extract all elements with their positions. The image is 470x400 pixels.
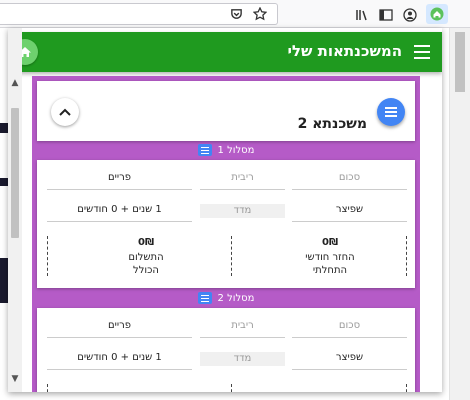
track-card: סכום ריבית פריים שפיצר מדד 1 שנים + 0 חו… <box>37 308 415 392</box>
divider <box>231 236 232 276</box>
hamburger-menu-icon[interactable] <box>414 44 430 60</box>
index-field: מדד <box>200 352 285 366</box>
method-select[interactable]: שפיצר <box>292 352 407 370</box>
background-fragment <box>0 178 8 186</box>
background-fragment <box>0 123 8 133</box>
extension-popup: המשכנתאות שלי משכנתא 2 מסלול 1 סכום ריבי… <box>8 28 442 392</box>
total-payment-label: התשלום <box>128 252 164 263</box>
background-fragment <box>0 258 8 303</box>
mortgage-menu-button[interactable] <box>377 98 405 126</box>
divider <box>47 384 48 392</box>
scroll-down-arrow-icon[interactable]: ▼ <box>8 372 22 386</box>
page-actions <box>228 6 268 22</box>
popup-scrollbar-thumb[interactable] <box>11 108 19 238</box>
divider <box>406 384 407 392</box>
amount-input[interactable]: סכום <box>292 172 407 190</box>
page-scrollbar-thumb[interactable] <box>455 32 465 92</box>
monthly-payment-label-2: התחלתי <box>312 265 348 276</box>
track-label: מסלול 1 <box>217 144 255 156</box>
divider <box>47 236 48 276</box>
mortgage-title: משכנתא 2 <box>297 116 367 132</box>
browser-toolbar <box>0 0 470 28</box>
track-header: מסלול 1 <box>32 140 420 160</box>
bookmark-star-icon[interactable] <box>252 6 268 22</box>
url-bar[interactable] <box>0 3 278 25</box>
rate-type-select[interactable]: פריים <box>47 172 192 190</box>
collapse-button[interactable] <box>51 98 79 126</box>
method-select[interactable]: שפיצר <box>292 204 407 222</box>
pocket-icon[interactable] <box>228 6 244 22</box>
menu-icon <box>385 107 397 117</box>
divider <box>406 236 407 276</box>
total-payment-amount: 0₪ <box>137 237 154 248</box>
interest-input[interactable]: ריבית <box>200 320 285 338</box>
duration-select[interactable]: 1 שנים + 0 חודשים <box>47 352 192 370</box>
track-menu-icon[interactable] <box>197 292 212 304</box>
interest-input[interactable]: ריבית <box>200 172 285 190</box>
track-header: מסלול 2 <box>32 288 420 308</box>
track-card: סכום ריבית פריים שפיצר מדד 1 שנים + 0 חו… <box>37 160 415 288</box>
monthly-payment-label: החזר חודשי <box>305 252 355 263</box>
track-menu-icon[interactable] <box>197 144 212 156</box>
monthly-payment-amount: 0₪ <box>321 237 338 248</box>
mortgage-container: משכנתא 2 מסלול 1 סכום ריבית פריים שפיצר … <box>32 76 420 392</box>
extension-home-icon[interactable] <box>426 4 448 24</box>
duration-select[interactable]: 1 שנים + 0 חודשים <box>47 204 192 222</box>
popup-scrollbar[interactable]: ▲ ▼ <box>8 28 22 392</box>
account-icon[interactable] <box>402 7 418 23</box>
page-scrollbar[interactable] <box>449 28 470 400</box>
track-label: מסלול 2 <box>217 292 255 304</box>
app-bar: המשכנתאות שלי <box>8 32 442 72</box>
index-field: מדד <box>200 204 285 218</box>
library-icon[interactable] <box>354 7 370 23</box>
amount-input[interactable]: סכום <box>292 320 407 338</box>
sidebar-icon[interactable] <box>378 7 394 23</box>
total-payment-summary: 0₪ התשלום הכולל <box>71 236 221 277</box>
chevron-up-icon <box>59 108 71 116</box>
monthly-payment-summary: 0₪ החזר חודשי התחלתי <box>255 236 405 277</box>
scroll-up-arrow-icon[interactable]: ▲ <box>8 76 22 90</box>
mortgage-header-card: משכנתא 2 <box>37 81 415 141</box>
toolbar-right <box>354 4 448 24</box>
app-title: המשכנתאות שלי <box>287 42 402 60</box>
total-payment-label-2: הכולל <box>133 265 159 276</box>
rate-type-select[interactable]: פריים <box>47 320 192 338</box>
divider <box>231 384 232 392</box>
